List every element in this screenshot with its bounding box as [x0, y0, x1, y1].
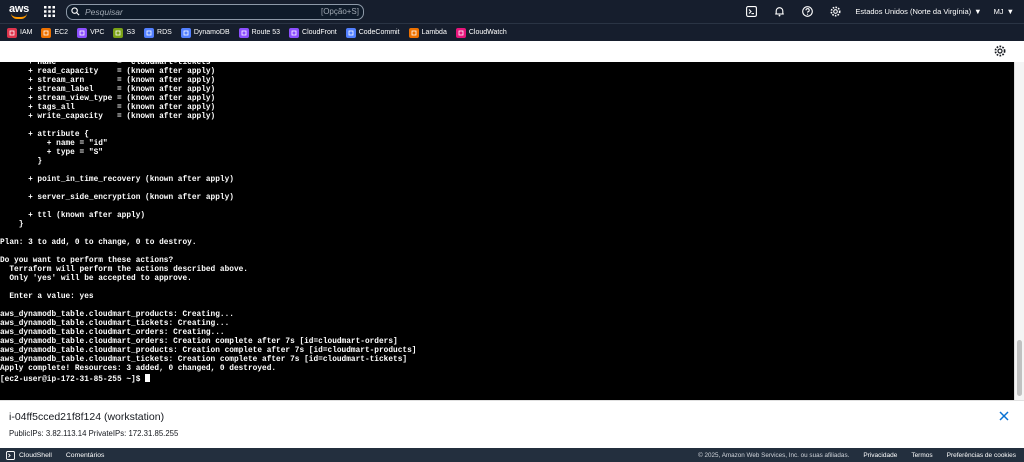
- region-label: Estados Unidos (Norte da Virgínia): [855, 7, 972, 16]
- favorite-label: EC2: [54, 29, 69, 36]
- terminal-prompt: [ec2-user@ip-172-31-85-255 ~]$: [0, 376, 146, 384]
- instance-id: i-04ff5cced21f8f124 (workstation): [9, 411, 165, 423]
- account-caret-icon: ▼: [1006, 7, 1014, 16]
- comments-label: Comentários: [65, 451, 105, 459]
- notifications-bell-icon[interactable]: [771, 4, 787, 20]
- search-icon: [71, 7, 80, 16]
- aws-logo[interactable]: aws: [2, 0, 36, 23]
- rds-service-icon: [144, 27, 155, 38]
- favorite-vpc[interactable]: VPC: [77, 27, 105, 38]
- favorite-label: VPC: [90, 29, 105, 36]
- settings-gear-icon[interactable]: [827, 4, 843, 20]
- close-icon[interactable]: [998, 410, 1010, 422]
- search-placeholder: Pesquisar: [85, 6, 123, 17]
- lambda-service-icon: [408, 27, 419, 38]
- comments-link[interactable]: Comentários: [66, 452, 105, 459]
- cloudshell-icon[interactable]: [743, 4, 759, 20]
- s3-service-icon: [113, 27, 124, 38]
- ec2-service-icon: [41, 27, 52, 38]
- iam-service-icon: [7, 27, 17, 38]
- cloudshell-footer-button[interactable]: CloudShell: [6, 450, 52, 460]
- terminal-output: + name = "cloudmart-tickets" + read_capa…: [0, 62, 417, 364]
- favorite-iam[interactable]: IAM: [7, 27, 33, 38]
- aws-smile-icon: [11, 13, 27, 19]
- cloudshell-footer-label: CloudShell: [19, 451, 52, 459]
- privacy-link[interactable]: Privacidade: [863, 452, 897, 459]
- favorite-label: CloudFront: [302, 29, 337, 36]
- favorite-s3[interactable]: S3: [113, 27, 136, 38]
- favorite-ec2[interactable]: EC2: [41, 27, 69, 38]
- terminal-cursor: [145, 374, 151, 382]
- region-caret-icon: ▼: [974, 7, 982, 16]
- favorite-label: IAM: [20, 29, 33, 36]
- favorite-lambda[interactable]: Lambda: [408, 27, 447, 38]
- favorite-cloudwatch[interactable]: CloudWatch: [455, 27, 507, 38]
- cloudshell-toolbar: [0, 41, 1024, 63]
- services-menu-icon[interactable]: [40, 3, 58, 21]
- instance-ips: PublicIPs: 3.82.113.14 PrivateIPs: 172.3…: [9, 429, 179, 438]
- search-input[interactable]: Pesquisar [Opção+S]: [66, 3, 364, 20]
- favorite-label: Lambda: [421, 29, 447, 36]
- terminal[interactable]: + name = "cloudmart-tickets" + read_capa…: [0, 62, 1014, 400]
- route-53-service-icon: [238, 27, 249, 38]
- region-selector[interactable]: Estados Unidos (Norte da Virgínia) ▼: [855, 7, 981, 16]
- codecommit-service-icon: [345, 27, 356, 38]
- favorite-route-53[interactable]: Route 53: [238, 27, 281, 38]
- cookie-preferences-link[interactable]: Preferências de cookies: [947, 452, 1016, 459]
- favorite-label: CloudWatch: [468, 29, 507, 36]
- help-icon[interactable]: [799, 4, 815, 20]
- cloudshell-settings-icon[interactable]: [994, 45, 1006, 57]
- favorites-bar: IAM EC2 VPC S3 RDS DynamoDB Route 53 CloudFront…: [0, 23, 1024, 41]
- favorite-dynamodb[interactable]: DynamoDB: [180, 27, 230, 38]
- cloudfront-service-icon: [289, 27, 300, 38]
- copyright-text: © 2025, Amazon Web Services, Inc. ou sua…: [698, 451, 850, 459]
- cloudwatch-service-icon: [455, 27, 466, 38]
- account-label: MJ: [993, 7, 1004, 16]
- favorite-rds[interactable]: RDS: [144, 27, 172, 38]
- dynamodb-service-icon: [180, 27, 191, 38]
- search-shortcut: [Opção+S]: [320, 7, 359, 16]
- favorite-cloudfront[interactable]: CloudFront: [289, 27, 337, 38]
- terminal-prompt-line: [ec2-user@ip-172-31-85-255 ~]$: [0, 374, 1014, 385]
- favorite-label: RDS: [157, 29, 172, 36]
- top-navigation: aws Pesquisar [Opção+S] Estados Unidos (…: [0, 0, 1024, 23]
- favorite-codecommit[interactable]: CodeCommit: [345, 27, 400, 38]
- vpc-service-icon: [77, 27, 88, 38]
- favorite-label: Route 53: [251, 29, 281, 36]
- terminal-scrollbar[interactable]: [1014, 62, 1024, 400]
- account-menu[interactable]: MJ ▼: [994, 7, 1014, 16]
- cloudshell-footer-icon: [6, 450, 15, 460]
- apply-complete-message: Apply complete! Resources: 3 added, 0 ch…: [0, 365, 277, 373]
- instance-info-panel: i-04ff5cced21f8f124 (workstation) Public…: [0, 400, 1024, 448]
- terms-link[interactable]: Termos: [911, 452, 932, 459]
- favorite-label: DynamoDB: [193, 29, 230, 36]
- favorite-label: S3: [126, 29, 136, 36]
- footer: CloudShell Comentários © 2025, Amazon We…: [0, 448, 1024, 462]
- terminal-scroll-thumb[interactable]: [1017, 340, 1022, 396]
- favorite-label: CodeCommit: [358, 29, 400, 36]
